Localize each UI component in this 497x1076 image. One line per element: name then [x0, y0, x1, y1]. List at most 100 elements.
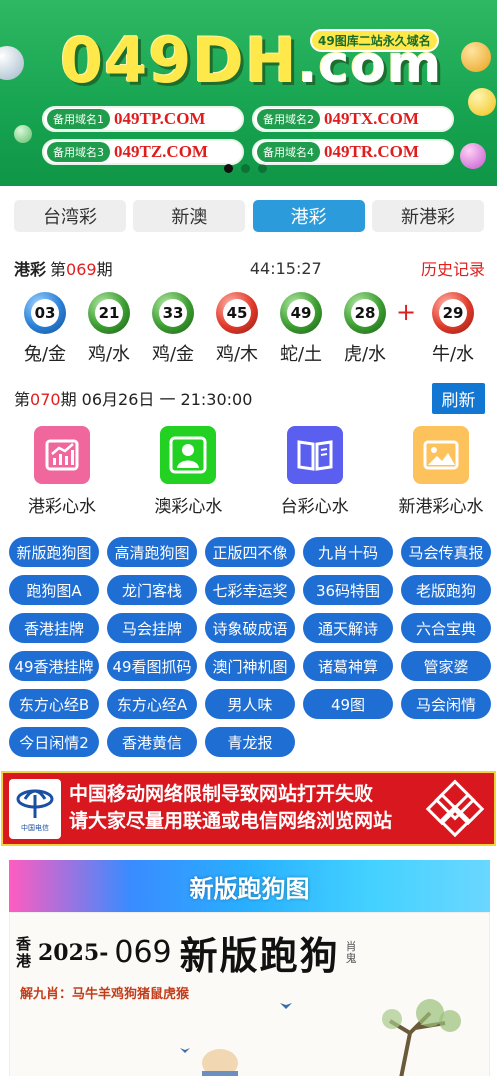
shortcut-label: 新港彩心水	[398, 497, 484, 517]
shortcut-grid: 港彩心水 澳彩心水 台彩心水 新港彩心水	[0, 426, 497, 517]
result-ball: 33 鸡/金	[141, 292, 205, 366]
tab-hongkong[interactable]: 港彩	[252, 200, 365, 232]
link-pill[interactable]: 马会闲情	[401, 689, 491, 719]
link-pill[interactable]: 36码特围	[303, 575, 393, 605]
shortcut-tw-tips[interactable]: 台彩心水	[263, 426, 367, 517]
issue-prefix: 第	[50, 260, 67, 279]
tab-taiwan[interactable]: 台湾彩	[14, 200, 126, 232]
link-pill[interactable]: 高清跑狗图	[107, 537, 197, 567]
china-telecom-logo: 中国电信	[9, 779, 61, 839]
special-ball: 29 牛/水	[421, 292, 485, 366]
tab-new-macau[interactable]: 新澳	[133, 200, 246, 232]
ball-icon: 29	[432, 292, 474, 334]
link-pill[interactable]: 老版跑狗	[401, 575, 491, 605]
decor-ball-icon	[461, 42, 491, 72]
link-pill[interactable]: 青龙报	[205, 727, 295, 757]
poster-hk: 香港	[16, 934, 32, 970]
shortcut-hk-tips[interactable]: 港彩心水	[10, 426, 114, 517]
next-draw: 第070期 06月26日 一 21:30:00 刷新	[0, 382, 497, 414]
link-pill[interactable]: 新版跑狗图	[9, 537, 99, 567]
domain-url: 049TX.COM	[324, 109, 419, 128]
link-pill[interactable]: 49看图抓码	[107, 651, 197, 681]
link-pill[interactable]: 通天解诗	[303, 613, 393, 643]
link-pill[interactable]: 香港挂牌	[9, 613, 99, 643]
backup-domain-4[interactable]: 备用域名4 049TR.COM	[252, 139, 454, 165]
draw-result: 03 兔/金 21 鸡/水 33 鸡/金 45 鸡/木 49 蛇/土 28 虎/…	[0, 292, 497, 366]
ball-icon: 21	[88, 292, 130, 334]
next-issue-number: 070	[30, 390, 61, 409]
ball-number: 45	[223, 299, 251, 327]
backup-domain-1[interactable]: 备用域名1 049TP.COM	[42, 106, 244, 132]
user-icon	[160, 426, 217, 484]
decor-ball-icon	[460, 143, 486, 169]
carousel-dot[interactable]	[224, 164, 233, 173]
link-pill[interactable]: 东方心经A	[107, 689, 197, 719]
draw-issue: 港彩 第069期	[14, 256, 113, 280]
result-ball: 49 蛇/土	[269, 292, 333, 366]
ball-icon: 49	[280, 292, 322, 334]
ball-number: 49	[287, 299, 315, 327]
domain-tag: 备用域名3	[47, 142, 110, 162]
ball-icon: 28	[344, 292, 386, 334]
ball-zodiac: 鸡/金	[151, 344, 195, 365]
link-pill[interactable]: 龙门客栈	[107, 575, 197, 605]
next-prefix: 第	[14, 390, 31, 409]
shortcut-label: 台彩心水	[280, 497, 349, 517]
poster-year: 2025-	[38, 939, 109, 966]
ball-number: 29	[439, 299, 467, 327]
link-pill[interactable]: 香港黄信	[107, 727, 197, 757]
ball-icon: 45	[216, 292, 258, 334]
carousel-dot[interactable]	[241, 164, 250, 173]
link-pill[interactable]: 49图	[303, 689, 393, 719]
domain-url: 049TP.COM	[114, 109, 206, 128]
carousel-dot[interactable]	[258, 164, 267, 173]
link-pill[interactable]: 马会传真报	[401, 537, 491, 567]
poster-stamp: 肖鬼	[345, 939, 357, 965]
link-grid: 新版跑狗图 高清跑狗图 正版四不像 九肖十码 马会传真报 跑狗图A 龙门客栈 七…	[0, 537, 497, 757]
link-pill[interactable]: 澳门神机图	[205, 651, 295, 681]
shortcut-label: 港彩心水	[28, 497, 96, 517]
domain-tag: 备用域名2	[257, 109, 320, 129]
draw-header: 港彩 第069期 44:15:27 历史记录	[0, 256, 497, 280]
domain-url: 049TZ.COM	[114, 142, 208, 161]
result-ball: 28 虎/水	[333, 292, 397, 366]
next-draw-info: 第070期 06月26日 一 21:30:00	[14, 386, 252, 410]
promo-banner[interactable]: 049DH.com 49图库二站永久域名 备用域名1 049TP.COM 备用域…	[0, 0, 497, 186]
tab-new-hongkong[interactable]: 新港彩	[371, 200, 484, 232]
link-pill[interactable]: 马会挂牌	[107, 613, 197, 643]
notice-message: 中国移动网络限制导致网站打开失败 请大家尽量用联通或电信网络浏览网站	[69, 781, 392, 835]
link-pill[interactable]: 诸葛神算	[303, 651, 393, 681]
link-pill[interactable]: 跑狗图A	[9, 575, 99, 605]
link-pill[interactable]: 六合宝典	[401, 613, 491, 643]
link-pill[interactable]: 今日闲情2	[9, 727, 99, 757]
link-pill[interactable]: 男人味	[205, 689, 295, 719]
dog-chart-poster[interactable]: 香港 2025- 069 新版跑狗 肖鬼 解九肖：马牛羊鸡狗猪鼠虎猴	[9, 912, 490, 1076]
link-pill[interactable]: 诗象破成语	[205, 613, 295, 643]
ball-icon: 33	[152, 292, 194, 334]
link-pill[interactable]: 七彩幸运奖	[205, 575, 295, 605]
poster-illustration	[180, 999, 461, 1076]
link-pill[interactable]: 49香港挂牌	[9, 651, 99, 681]
image-icon	[412, 426, 469, 484]
chart-icon	[34, 426, 90, 484]
domain-url: 049TR.COM	[324, 142, 419, 161]
backup-domain-2[interactable]: 备用域名2 049TX.COM	[252, 106, 454, 132]
chinese-knot-icon	[425, 779, 485, 838]
link-pill[interactable]: 管家婆	[401, 651, 491, 681]
link-pill[interactable]: 九肖十码	[303, 537, 393, 567]
poster-header: 香港 2025- 069 新版跑狗 肖鬼	[16, 925, 360, 980]
new-dog-chart-section: 新版跑狗图 香港 2025- 069 新版跑狗 肖鬼 解九肖：马牛羊鸡狗猪鼠虎猴	[9, 860, 490, 1076]
shortcut-macau-tips[interactable]: 澳彩心水	[136, 426, 240, 517]
shortcut-newhk-tips[interactable]: 新港彩心水	[389, 426, 493, 517]
refresh-button[interactable]: 刷新	[432, 382, 485, 414]
carousel-dots	[224, 164, 267, 173]
backup-domain-3[interactable]: 备用域名3 049TZ.COM	[42, 139, 244, 165]
history-link[interactable]: 历史记录	[421, 256, 485, 280]
result-ball: 21 鸡/水	[77, 292, 141, 366]
poster-issue: 069	[114, 935, 172, 970]
ball-zodiac: 兔/金	[23, 344, 67, 365]
link-pill[interactable]: 正版四不像	[205, 537, 295, 567]
banner-tagline: 49图库二站永久域名	[310, 29, 439, 52]
link-pill[interactable]: 东方心经B	[9, 689, 99, 719]
network-notice-banner: 中国电信 中国移动网络限制导致网站打开失败 请大家尽量用联通或电信网络浏览网站	[1, 771, 496, 846]
